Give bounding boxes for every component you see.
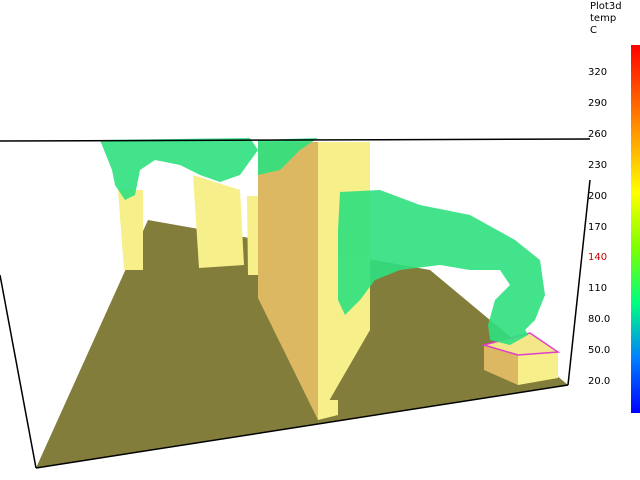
legend-title-line: C (590, 25, 597, 36)
colorbar-tick-label: 110 (588, 283, 608, 295)
colorbar-tick-label: 170 (588, 221, 608, 233)
colorbar-tick-label: 80.0 (588, 314, 611, 326)
colorbar-tick-label: 260 (588, 128, 608, 140)
colorbar-tick-label: 320 (588, 67, 608, 78)
legend-title: Plot3d temp C (590, 1, 622, 37)
legend-title-line: temp (590, 13, 617, 24)
plot3d-scene[interactable] (0, 0, 640, 480)
back-pillar-2 (247, 196, 258, 275)
colorbar-tick-label: 20.0 (588, 376, 611, 387)
colorbar-tick-label: 230 (588, 159, 608, 171)
colorbar-tick-label: 290 (588, 97, 608, 109)
colorbar-tick-label: 140 (588, 252, 608, 264)
colorbar-tick-label: 50.0 (588, 345, 611, 357)
back-pillar-1 (193, 175, 244, 268)
legend-title-line: Plot3d (590, 1, 622, 12)
colorbar (631, 45, 640, 413)
left-wall-segment (118, 190, 143, 270)
colorbar-tick-label: 200 (588, 190, 608, 202)
